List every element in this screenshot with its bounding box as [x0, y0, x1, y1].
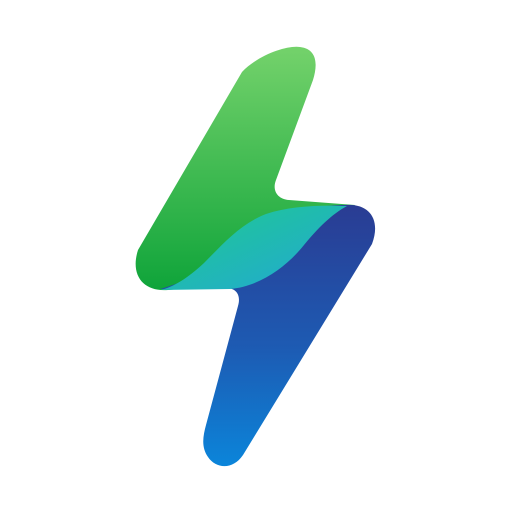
app-icon-canvas [0, 0, 512, 512]
lightning-bolt-icon [135, 46, 376, 467]
